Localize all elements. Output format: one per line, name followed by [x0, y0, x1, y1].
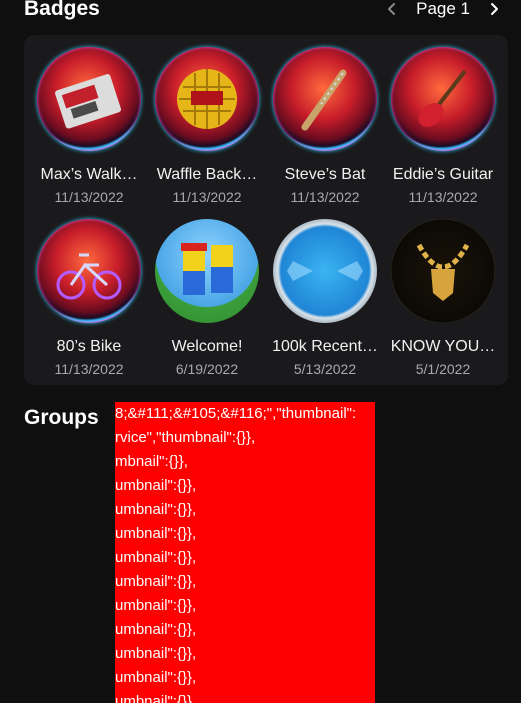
chain-icon: [391, 219, 495, 323]
welcome-avatars-icon: [155, 219, 259, 323]
page-label: Page 1: [416, 0, 470, 18]
badge-date: 11/13/2022: [172, 189, 242, 205]
chevron-left-icon: [388, 3, 396, 15]
badge-name: Eddie’s Guitar: [392, 166, 494, 183]
badge-item[interactable]: Welcome! 6/19/2022: [148, 219, 266, 377]
badge-name: Max’s Walk…: [40, 166, 138, 183]
badge-panel: Max’s Walk… 11/13/2022 Waffle Back… 11/1…: [24, 35, 508, 385]
badges-header: Badges Page 1: [24, 0, 504, 26]
badge-name: Steve’s Bat: [284, 166, 366, 183]
badge-name: 100k Recent…: [272, 338, 378, 355]
error-line: umbnail":{}},: [115, 477, 197, 494]
guitar-icon: [391, 47, 495, 151]
badge-date: 6/19/2022: [175, 361, 239, 377]
badge-item[interactable]: 80’s Bike 11/13/2022: [30, 219, 148, 377]
badge-date: 5/13/2022: [293, 361, 357, 377]
error-line: rvice","thumbnail":{}},: [115, 429, 256, 446]
error-line: umbnail":{}},: [115, 549, 197, 566]
100k-icon: [273, 219, 377, 323]
error-line: umbnail":{}},: [115, 597, 197, 614]
badge-date: 11/13/2022: [54, 361, 124, 377]
badge-name: 80’s Bike: [56, 338, 122, 355]
next-page-button[interactable]: [484, 0, 504, 19]
badge-item[interactable]: 100k Recent… 5/13/2022: [266, 219, 384, 377]
badge-item[interactable]: Steve’s Bat 11/13/2022: [266, 47, 384, 205]
chevron-right-icon: [491, 3, 498, 15]
groups-title: Groups: [24, 406, 99, 429]
badge-name: Waffle Back…: [156, 166, 258, 183]
badge-date: 11/13/2022: [54, 189, 124, 205]
error-line: mbnail":{}},: [115, 453, 188, 470]
bike-icon: [37, 219, 141, 323]
badge-date: 5/1/2022: [415, 361, 471, 377]
badge-item[interactable]: Max’s Walk… 11/13/2022: [30, 47, 148, 205]
badge-date: 11/13/2022: [290, 189, 360, 205]
badge-item[interactable]: Waffle Back… 11/13/2022: [148, 47, 266, 205]
error-line: umbnail":{}},: [115, 693, 197, 703]
badge-date: 11/13/2022: [408, 189, 478, 205]
badge-name: Welcome!: [171, 338, 243, 355]
badge-name: KNOW YOU…: [390, 338, 496, 355]
error-line: umbnail":{}},: [115, 645, 197, 662]
groups-error-block: 8;&#111;&#105;&#116;","thumbnail": rvice…: [115, 402, 375, 703]
badges-title: Badges: [24, 0, 100, 20]
error-line: umbnail":{}},: [115, 669, 197, 686]
error-line: 8;&#111;&#105;&#116;","thumbnail":: [115, 405, 357, 422]
pager: Page 1: [382, 0, 504, 19]
error-line: umbnail":{}},: [115, 525, 197, 542]
error-line: umbnail":{}},: [115, 501, 197, 518]
error-line: umbnail":{}},: [115, 621, 197, 638]
badge-item[interactable]: KNOW YOU… 5/1/2022: [384, 219, 502, 377]
walkman-icon: [37, 47, 141, 151]
previous-page-button[interactable]: [382, 0, 402, 19]
waffle-icon: [155, 47, 259, 151]
bat-icon: [273, 47, 377, 151]
badge-item[interactable]: Eddie’s Guitar 11/13/2022: [384, 47, 502, 205]
error-line: umbnail":{}},: [115, 573, 197, 590]
